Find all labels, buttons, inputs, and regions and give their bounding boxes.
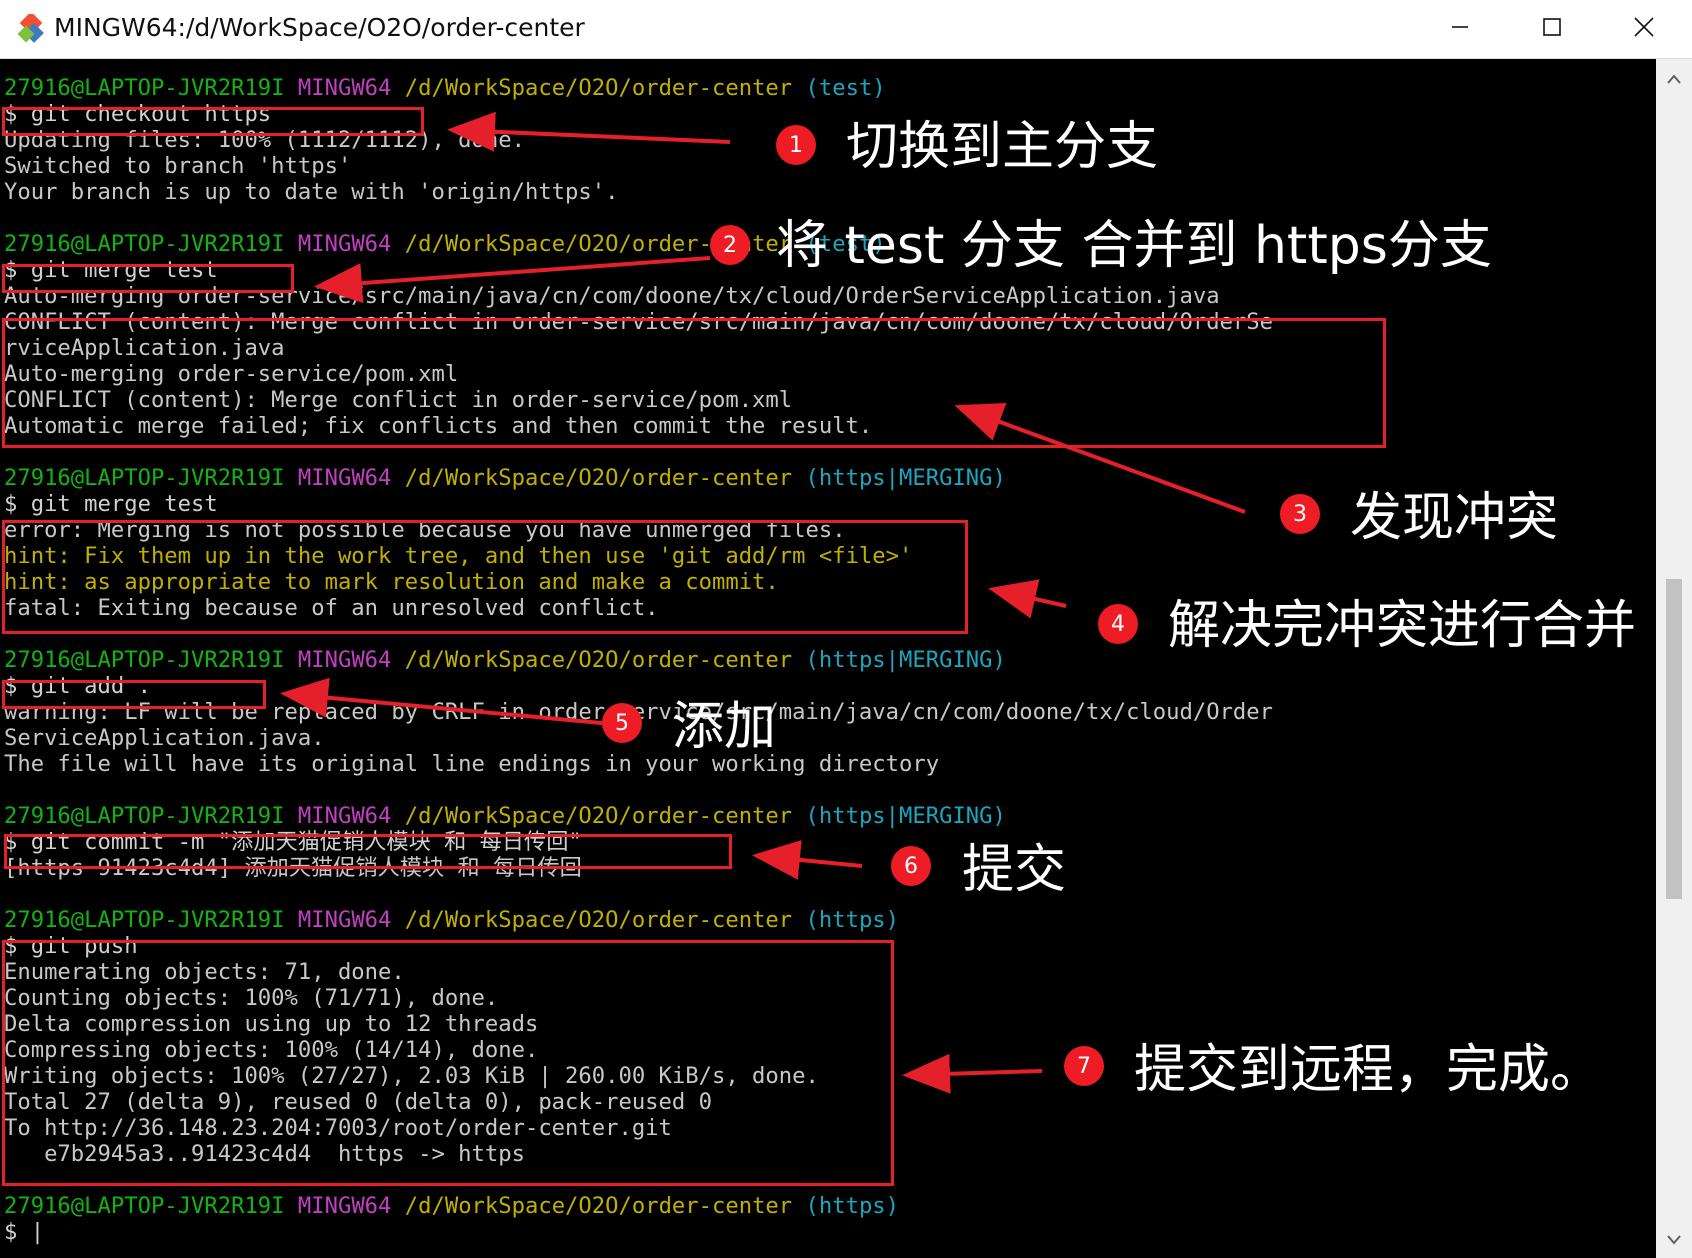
annotation-4: 解决完冲突进行合并 — [1168, 596, 1637, 656]
prompt-user: 27916@LAPTOP-JVR2R19I — [4, 907, 285, 933]
prompt-user: 27916@LAPTOP-JVR2R19I — [4, 231, 285, 257]
highlight-box-commit — [4, 834, 732, 869]
maximize-icon — [1542, 17, 1562, 41]
prompt-shell: MINGW64 — [297, 1193, 392, 1219]
highlight-box-checkout — [2, 107, 424, 136]
step-badge-4: 4 — [1098, 604, 1138, 644]
scroll-down-button[interactable] — [1656, 1224, 1692, 1254]
prompt-line: 27916@LAPTOP-JVR2R19I MINGW64 /d/WorkSpa… — [4, 1193, 899, 1219]
step-badge-5: 5 — [602, 703, 642, 743]
close-icon — [1633, 16, 1655, 42]
annotation-6: 提交 — [962, 840, 1067, 900]
terminal-window: MINGW64:/d/WorkSpace/O2O/order-center 27… — [0, 0, 1692, 1258]
chevron-up-icon — [1667, 69, 1681, 88]
prompt-path: /d/WorkSpace/O2O/order-center — [404, 75, 793, 101]
output-line: The file will have its original line end… — [4, 751, 940, 777]
output-line: Switched to branch 'https' — [4, 153, 352, 179]
scroll-thumb[interactable] — [1666, 579, 1682, 899]
prompt-branch: (https) — [805, 907, 900, 933]
highlight-box-push — [2, 940, 894, 1186]
maximize-button[interactable] — [1506, 0, 1598, 58]
prompt-line: 27916@LAPTOP-JVR2R19I MINGW64 /d/WorkSpa… — [4, 803, 1006, 829]
annotation-5: 添加 — [672, 697, 777, 757]
prompt-path: /d/WorkSpace/O2O/order-center — [404, 465, 793, 491]
git-bash-icon — [14, 11, 48, 48]
prompt-branch: (https|MERGING) — [805, 803, 1006, 829]
prompt-user: 27916@LAPTOP-JVR2R19I — [4, 75, 285, 101]
step-badge-1: 1 — [776, 125, 816, 165]
prompt-shell: MINGW64 — [297, 907, 392, 933]
prompt-path: /d/WorkSpace/O2O/order-center — [404, 803, 793, 829]
input-cursor-line[interactable]: $ | — [4, 1219, 44, 1245]
output-line: Your branch is up to date with 'origin/h… — [4, 179, 619, 205]
prompt-branch: (https|MERGING) — [805, 465, 1006, 491]
prompt-line: 27916@LAPTOP-JVR2R19I MINGW64 /d/WorkSpa… — [4, 75, 886, 101]
prompt-line: 27916@LAPTOP-JVR2R19I MINGW64 /d/WorkSpa… — [4, 647, 1006, 673]
output-line: ServiceApplication.java. — [4, 725, 325, 751]
title-bar[interactable]: MINGW64:/d/WorkSpace/O2O/order-center — [0, 0, 1692, 59]
prompt-shell: MINGW64 — [297, 647, 392, 673]
prompt-branch: (https|MERGING) — [805, 647, 1006, 673]
prompt-user: 27916@LAPTOP-JVR2R19I — [4, 465, 285, 491]
annotation-2: 将 test 分支 合并到 https分支 — [776, 216, 1492, 276]
annotation-3: 发现冲突 — [1350, 488, 1559, 548]
prompt-shell: MINGW64 — [297, 231, 392, 257]
prompt-shell: MINGW64 — [297, 75, 392, 101]
highlight-box-conflict — [2, 318, 1386, 448]
prompt-user: 27916@LAPTOP-JVR2R19I — [4, 803, 285, 829]
prompt-shell: MINGW64 — [297, 465, 392, 491]
annotation-7: 提交到远程，完成。 — [1134, 1040, 1603, 1100]
close-button[interactable] — [1598, 0, 1690, 58]
prompt-user: 27916@LAPTOP-JVR2R19I — [4, 647, 285, 673]
command-line: $ git merge test — [4, 491, 218, 517]
highlight-box-add — [2, 680, 266, 709]
prompt-line: 27916@LAPTOP-JVR2R19I MINGW64 /d/WorkSpa… — [4, 907, 899, 933]
scroll-up-button[interactable] — [1656, 63, 1692, 93]
annotation-1: 切换到主分支 — [846, 117, 1159, 177]
prompt-branch: (https) — [805, 1193, 900, 1219]
step-badge-2: 2 — [710, 225, 750, 265]
window-title: MINGW64:/d/WorkSpace/O2O/order-center — [54, 13, 585, 42]
step-badge-7: 7 — [1064, 1046, 1104, 1086]
prompt-branch: (test) — [805, 75, 886, 101]
prompt-path: /d/WorkSpace/O2O/order-center — [404, 1193, 793, 1219]
prompt-path: /d/WorkSpace/O2O/order-center — [404, 907, 793, 933]
scrollbar[interactable] — [1656, 59, 1692, 1258]
prompt-line: 27916@LAPTOP-JVR2R19I MINGW64 /d/WorkSpa… — [4, 465, 1006, 491]
prompt-path: /d/WorkSpace/O2O/order-center — [404, 647, 793, 673]
minimize-icon — [1450, 17, 1470, 41]
step-badge-6: 6 — [891, 846, 931, 886]
prompt-user: 27916@LAPTOP-JVR2R19I — [4, 1193, 285, 1219]
prompt-line: 27916@LAPTOP-JVR2R19I MINGW64 /d/WorkSpa… — [4, 231, 886, 257]
highlight-box-merge — [2, 264, 294, 293]
minimize-button[interactable] — [1414, 0, 1506, 58]
step-badge-3: 3 — [1280, 494, 1320, 534]
prompt-shell: MINGW64 — [297, 803, 392, 829]
highlight-box-error — [2, 520, 968, 634]
chevron-down-icon — [1667, 1230, 1681, 1249]
